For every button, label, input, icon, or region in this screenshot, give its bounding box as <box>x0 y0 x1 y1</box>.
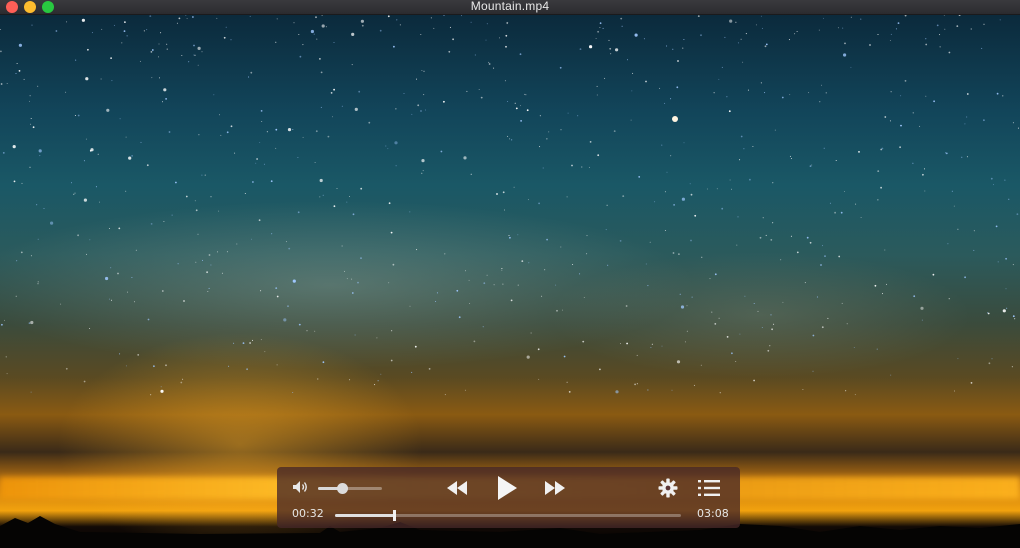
fast-forward-icon[interactable] <box>543 479 567 497</box>
seek-handle[interactable] <box>392 510 396 521</box>
volume-knob[interactable] <box>336 483 348 494</box>
speaker-icon[interactable] <box>292 480 310 494</box>
duration: 03:08 <box>697 507 729 520</box>
video-frame[interactable]: 00:32 03:08 <box>0 15 1020 548</box>
starfield <box>0 15 1019 396</box>
seek-progress <box>335 514 394 517</box>
volume-slider[interactable] <box>318 483 382 494</box>
window-title: Mountain.mp4 <box>470 0 550 13</box>
rewind-icon[interactable] <box>445 479 469 497</box>
play-icon[interactable] <box>495 475 519 501</box>
playback-controls: 00:32 03:08 <box>277 467 740 528</box>
title-bar: Mountain.mp4 <box>0 0 1020 15</box>
seek-bar[interactable] <box>335 510 681 521</box>
current-time: 00:32 <box>292 507 324 520</box>
gear-icon[interactable] <box>658 478 678 498</box>
list-icon[interactable] <box>698 479 720 497</box>
